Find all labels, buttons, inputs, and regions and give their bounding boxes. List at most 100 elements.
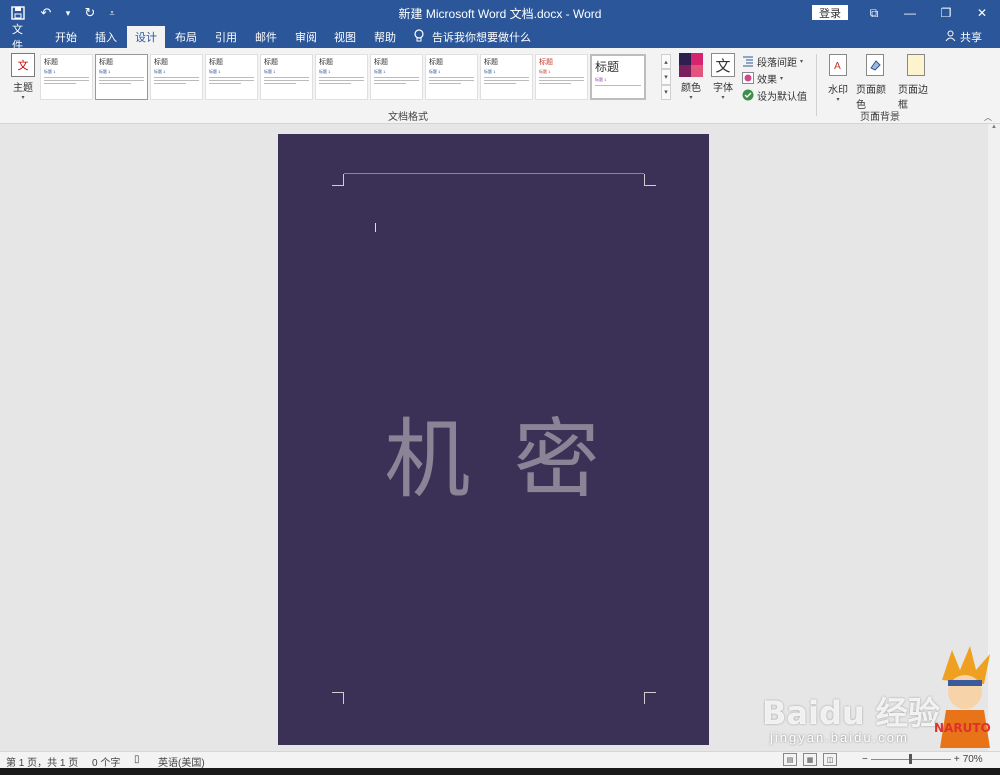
crop-mark — [644, 174, 656, 186]
redo-icon[interactable]: ↻ — [78, 2, 102, 24]
print-layout-icon[interactable]: ▦ — [803, 753, 817, 766]
style-set-title: 标题 — [319, 59, 333, 66]
crop-mark — [332, 174, 344, 186]
read-mode-icon[interactable]: ▤ — [783, 753, 797, 766]
svg-text:A: A — [834, 61, 841, 72]
set-as-default-button[interactable]: 设为默认值 — [742, 88, 814, 103]
tab-review[interactable]: 审阅 — [286, 26, 326, 48]
style-set-item[interactable]: 标题标题 1 — [315, 54, 368, 100]
paragraph-spacing-button[interactable]: 段落间距 ▾ — [742, 54, 814, 69]
collapse-ribbon-icon[interactable]: ︿ — [984, 112, 992, 123]
zoom-level[interactable]: 70% — [963, 754, 983, 765]
style-set-heading: 标题 1 — [44, 69, 56, 74]
style-set-item[interactable]: 标题 标题 1 — [205, 54, 258, 100]
person-icon — [945, 30, 956, 44]
zoom-in-button[interactable]: + — [954, 754, 960, 765]
crop-mark — [332, 692, 344, 704]
document-formatting-group-label: 文档格式 — [388, 112, 428, 123]
style-set-heading: 标题 1 — [99, 69, 111, 74]
style-set-title: 标题 — [99, 59, 113, 66]
page-borders-label: 页面边框 — [898, 85, 928, 111]
login-button[interactable]: 登录 — [812, 5, 848, 20]
customize-qat-icon[interactable]: ⩡ — [106, 2, 118, 24]
fonts-button[interactable]: 文 字体 ▾ — [710, 53, 736, 105]
page-color-label: 页面颜色 — [856, 85, 886, 111]
style-set-item[interactable]: 标题标题 1 — [535, 54, 588, 100]
paragraph-spacing-icon — [742, 55, 754, 67]
scroll-up-icon[interactable]: ▲ — [988, 124, 1000, 136]
minimize-icon[interactable]: — — [892, 0, 928, 26]
tab-home[interactable]: 开始 — [46, 26, 86, 48]
group-separator — [816, 54, 817, 116]
themes-label: 主题 — [13, 83, 33, 94]
tab-insert[interactable]: 插入 — [86, 26, 126, 48]
gallery-scroll: ▴ ▾ ▾ — [661, 54, 671, 100]
tab-layout[interactable]: 布局 — [166, 26, 206, 48]
style-set-item[interactable]: 标题 标题 1 — [590, 54, 646, 100]
watermark-label: 水印 — [828, 85, 848, 96]
ribbon-design: 文 主题 ▾ 标题标题 1 标题标题 1 标题标题 1 标题标题 1 标题标题 … — [0, 48, 1000, 124]
chevron-down-icon: ▾ — [21, 95, 25, 101]
tab-file[interactable]: 文件 — [4, 24, 40, 52]
ribbon-tabs: 文件 开始 插入 设计 布局 引用 邮件 审阅 视图 帮助 告诉我你想要做什么 … — [0, 24, 1000, 52]
chevron-down-icon: ▾ — [836, 97, 840, 103]
zoom-slider-thumb[interactable] — [908, 754, 912, 764]
style-set-item[interactable]: 标题 标题 1 — [425, 54, 478, 100]
chevron-down-icon: ▾ — [780, 75, 784, 82]
style-set-title: 标题 — [484, 59, 498, 66]
tell-me-search[interactable]: 告诉我你想要做什么 — [414, 26, 531, 48]
view-buttons: ▤ ▦ ◫ — [783, 753, 837, 766]
header-line — [344, 173, 644, 174]
language[interactable]: 英语(美国) — [158, 754, 205, 769]
effects-button[interactable]: 效果 ▾ — [742, 71, 814, 86]
page-count[interactable]: 第 1 页，共 1 页 — [6, 754, 78, 769]
style-set-item[interactable]: 标题标题 1 — [480, 54, 533, 100]
style-set-heading: 标题 1 — [319, 69, 331, 74]
style-set-heading: 标题 1 — [539, 69, 551, 74]
fonts-icon: 文 — [711, 53, 735, 77]
baidu-url: jingyan.baidu.com — [770, 730, 909, 745]
style-set-item[interactable]: 标题 标题 1 — [260, 54, 313, 100]
themes-button[interactable]: 文 主题 ▾ — [8, 53, 38, 105]
style-set-heading: 标题 1 — [484, 69, 496, 74]
svg-text:NARUTO: NARUTO — [934, 721, 991, 735]
style-set-item[interactable]: 标题标题 1 — [95, 54, 148, 100]
style-set-item[interactable]: 标题 标题 1 — [150, 54, 203, 100]
style-set-item[interactable]: 标题 标题 1 — [40, 54, 93, 100]
proofing-icon[interactable]: ▯ — [134, 754, 140, 765]
style-set-title: 标题 — [539, 59, 553, 66]
lightbulb-icon — [414, 29, 424, 45]
undo-icon[interactable]: ↶ — [34, 2, 58, 24]
tell-me-label: 告诉我你想要做什么 — [432, 32, 531, 44]
ribbon-display-options-icon[interactable]: ⧉ — [856, 0, 892, 26]
tab-mailings[interactable]: 邮件 — [246, 26, 286, 48]
word-count[interactable]: 0 个字 — [92, 754, 120, 769]
page-borders-button[interactable]: 页面边框 — [898, 54, 934, 111]
zoom-slider[interactable] — [870, 754, 951, 764]
zoom-control: − + 70% — [862, 754, 983, 765]
zoom-out-button[interactable]: − — [862, 754, 868, 765]
close-icon[interactable]: ✕ — [964, 0, 1000, 26]
web-layout-icon[interactable]: ◫ — [823, 753, 837, 766]
style-set-title: 标题 — [429, 59, 443, 66]
colors-icon — [679, 53, 703, 77]
colors-button[interactable]: 颜色 ▾ — [678, 53, 704, 105]
tab-help[interactable]: 帮助 — [365, 26, 405, 48]
tab-view[interactable]: 视图 — [325, 26, 365, 48]
watermark-button[interactable]: A 水印 ▾ — [826, 54, 850, 103]
undo-dropdown-icon[interactable]: ▾ — [62, 2, 74, 24]
gallery-more-icon[interactable]: ▾ — [661, 84, 671, 100]
style-set-item[interactable]: 标题 标题 1 — [370, 54, 423, 100]
restore-icon[interactable]: ❐ — [928, 0, 964, 26]
gallery-down-icon[interactable]: ▾ — [661, 69, 671, 85]
tab-references[interactable]: 引用 — [206, 26, 246, 48]
style-set-heading: 标题 1 — [595, 77, 607, 82]
status-bar: 第 1 页，共 1 页 0 个字 ▯ 英语(美国) ▤ ▦ ◫ − + 70% — [0, 751, 1000, 769]
chevron-down-icon: ▾ — [721, 95, 725, 101]
gallery-up-icon[interactable]: ▴ — [661, 54, 671, 70]
colors-label: 颜色 — [681, 83, 701, 94]
effects-label: 效果 — [757, 74, 777, 86]
document-page[interactable]: 机 密 — [278, 134, 709, 745]
tab-design[interactable]: 设计 — [127, 26, 165, 48]
share-button[interactable]: 共享 — [945, 26, 982, 48]
